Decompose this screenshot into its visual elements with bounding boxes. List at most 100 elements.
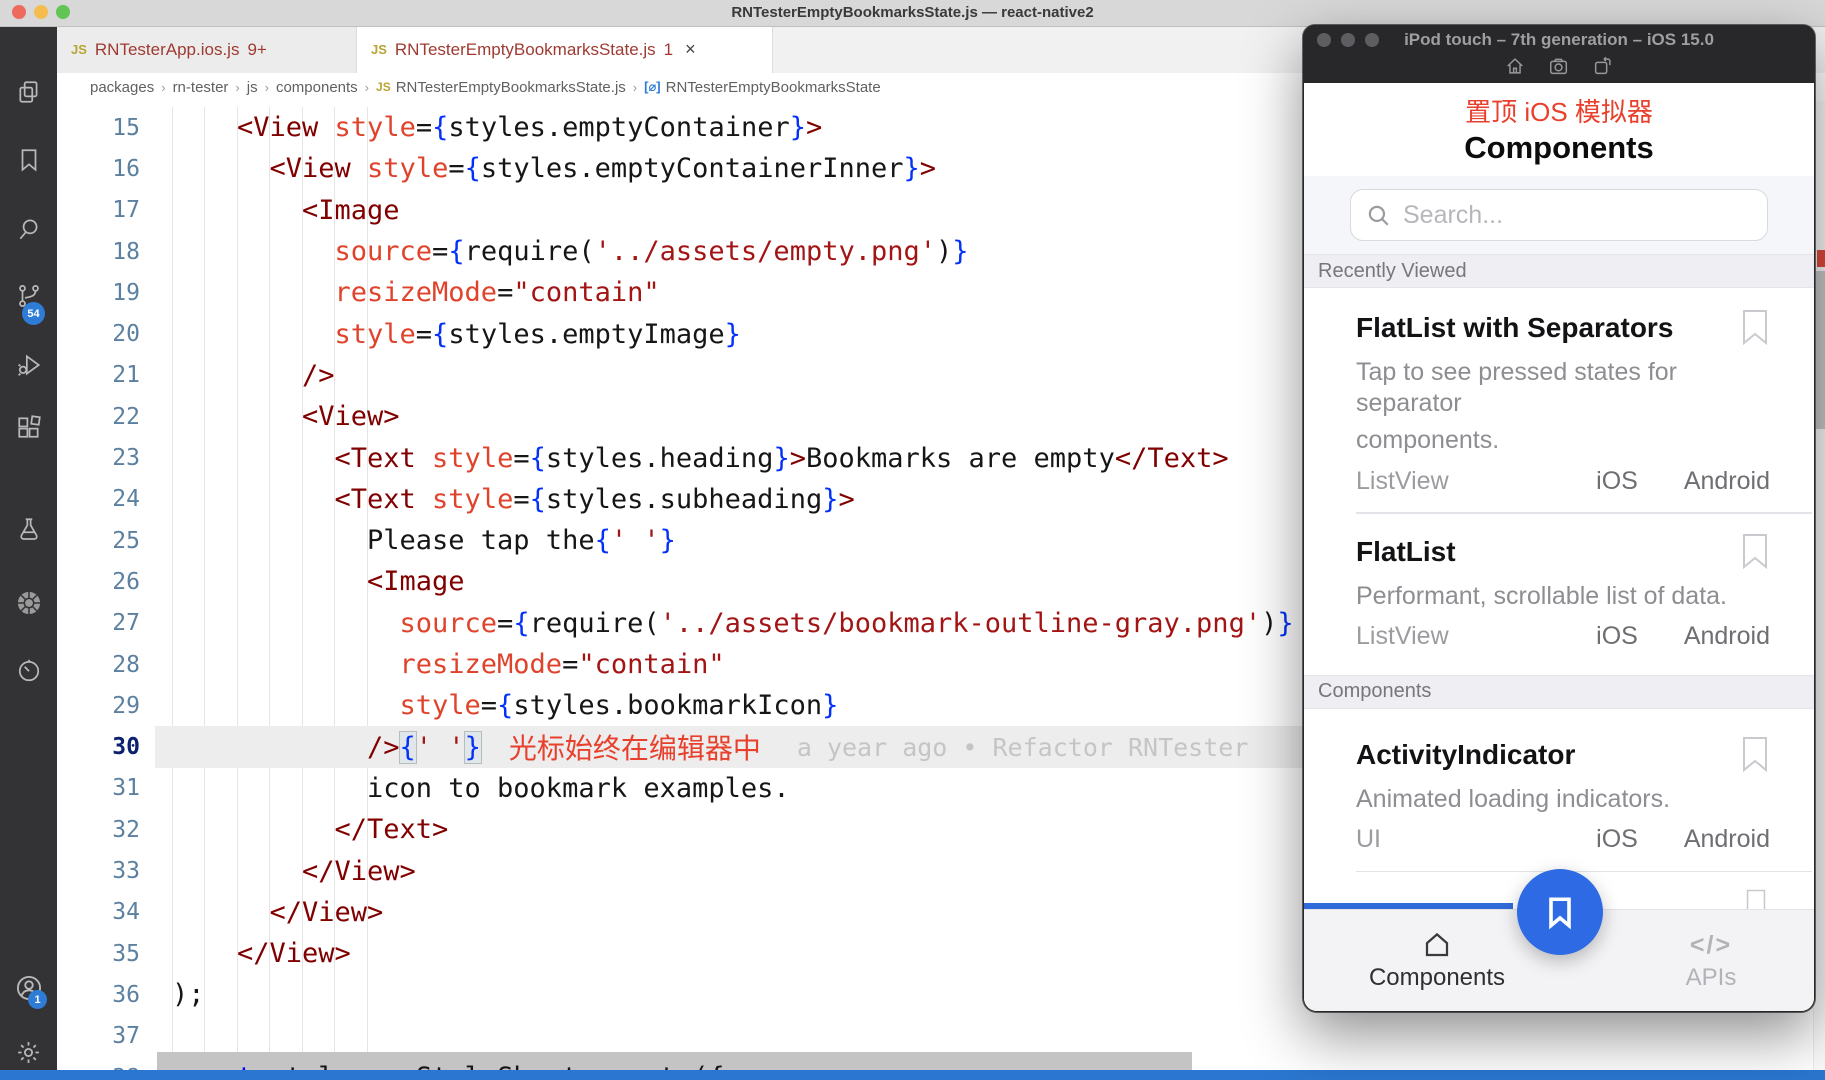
bookmark-outline-icon[interactable] <box>1740 532 1770 575</box>
code-token: /> <box>302 359 335 391</box>
source-control-icon[interactable]: 54 <box>0 272 57 325</box>
kubernetes-icon[interactable] <box>0 579 57 627</box>
chevron-right-icon[interactable]: › <box>365 80 369 95</box>
code-token: { <box>464 153 481 185</box>
simulator-titlebar[interactable]: iPod touch – 7th generation – iOS 15.0 <box>1303 25 1815 83</box>
code-token: style <box>399 690 481 722</box>
breadcrumb-item[interactable]: packages <box>90 79 154 96</box>
line-number: 19 <box>112 279 140 306</box>
component-category: ListView <box>1356 622 1449 650</box>
component-description: Tap to see pressed states for separator <box>1356 358 1678 417</box>
code-token: style <box>334 318 416 350</box>
code-line[interactable]: 37 <box>57 1016 1825 1057</box>
breadcrumb-file[interactable]: RNTesterEmptyBookmarksState.js <box>396 79 626 96</box>
ios-simulator-window[interactable]: iPod touch – 7th generation – iOS 15.0 置… <box>1303 25 1815 1012</box>
screenshot-icon[interactable] <box>1548 55 1570 82</box>
chevron-right-icon[interactable]: › <box>235 80 239 95</box>
platform-label: Android <box>1683 466 1770 495</box>
breadcrumb-item[interactable]: js <box>247 79 258 96</box>
code-token: = <box>497 277 514 309</box>
line-number: 30 <box>112 734 140 761</box>
code-token: source <box>399 607 498 639</box>
code-token: source <box>334 236 433 268</box>
code-token: ) <box>1261 607 1278 639</box>
code-token: <View <box>237 112 335 144</box>
bookmarks-fab-button[interactable] <box>1517 869 1603 955</box>
chevron-right-icon[interactable]: › <box>265 80 269 95</box>
run-debug-icon[interactable] <box>0 341 57 389</box>
tab-label: Components <box>1368 964 1506 991</box>
code-token: </Text> <box>334 814 449 846</box>
explorer-icon[interactable] <box>0 68 57 116</box>
chevron-right-icon[interactable]: › <box>633 80 637 95</box>
settings-gear-icon[interactable] <box>0 1028 57 1076</box>
bookmark-outline-icon[interactable] <box>1740 735 1770 778</box>
bookmark-outline-icon[interactable] <box>1741 889 1771 909</box>
line-number: 27 <box>112 610 140 637</box>
code-token: "contain" <box>513 277 660 309</box>
code-token: ) <box>936 236 953 268</box>
simulator-screen[interactable]: 置顶 iOS 模拟器 Components Search... Recently… <box>1304 83 1814 1011</box>
code-token: { <box>594 525 611 557</box>
component-category: ListView <box>1356 466 1449 495</box>
search-input[interactable]: Search... <box>1350 189 1768 241</box>
bookmark-icon <box>1549 897 1571 930</box>
testing-icon[interactable] <box>0 505 57 553</box>
code-token: } <box>822 690 839 722</box>
component-list-item[interactable]: FlatList with Separators Tap to see press… <box>1304 288 1814 498</box>
vertical-scrollbar[interactable] <box>1816 271 1825 429</box>
close-tab-icon[interactable]: × <box>685 39 696 60</box>
line-number: 35 <box>112 940 140 967</box>
breadcrumb-symbol[interactable]: RNTesterEmptyBookmarksState <box>666 79 881 96</box>
extensions-icon[interactable] <box>0 403 57 451</box>
home-icon[interactable] <box>1504 55 1526 82</box>
search-icon[interactable] <box>0 205 57 253</box>
code-token: = <box>513 483 530 515</box>
account-icon[interactable]: 1 <box>0 964 57 1012</box>
code-token: </Text> <box>1114 442 1229 474</box>
code-token: </View> <box>302 855 416 887</box>
line-number: 37 <box>112 1023 140 1050</box>
line-number: 16 <box>112 155 140 182</box>
platform-label: iOS <box>1596 622 1638 650</box>
component-description: components. <box>1356 426 1500 454</box>
screen: RNTesterEmptyBookmarksState.js — react-n… <box>0 0 1825 1080</box>
tab-rntesteremptybookmarksstate[interactable]: JS RNTesterEmptyBookmarksState.js 1 × <box>357 26 773 73</box>
js-file-icon: JS <box>371 42 387 57</box>
line-number: 17 <box>112 197 140 224</box>
tab-rntesterapp[interactable]: JS RNTesterApp.ios.js 9+ <box>57 26 357 73</box>
code-token: </View> <box>269 896 384 928</box>
platform-label: Android <box>1683 622 1770 650</box>
chevron-right-icon[interactable]: › <box>161 80 165 95</box>
code-token: } <box>1277 607 1294 639</box>
component-list-item[interactable]: FlatList Performant, scrollable list of d… <box>1304 514 1814 654</box>
line-number: 20 <box>112 321 140 348</box>
app-title: Components <box>1464 130 1654 165</box>
section-header: Recently Viewed <box>1304 254 1814 288</box>
code-token: = <box>448 153 465 185</box>
rotate-icon[interactable] <box>1592 55 1614 82</box>
js-file-icon[interactable]: JS <box>376 80 391 94</box>
component-list-item[interactable]: ActivityIndicator Animated loading indica… <box>1304 709 1814 857</box>
code-token: styles.emptyContainerInner <box>480 153 904 185</box>
code-token: > <box>789 442 806 474</box>
code-token: styles.emptyContainer <box>448 112 790 144</box>
code-token: { <box>497 690 514 722</box>
timeline-icon[interactable] <box>0 646 57 694</box>
line-number: 26 <box>112 568 140 595</box>
breadcrumb-item[interactable]: components <box>276 79 358 96</box>
tab-apis[interactable]: </> APIs <box>1611 910 1811 1011</box>
code-token: styles = StyleSheet.create({ <box>253 1062 725 1070</box>
platform-label: iOS <box>1596 466 1638 495</box>
code-line[interactable]: 38const styles = StyleSheet.create({ <box>57 1057 1825 1070</box>
component-title: FlatList <box>1356 535 1456 567</box>
code-token: style <box>432 442 514 474</box>
tab-components[interactable]: Components <box>1337 910 1537 1011</box>
bookmark-outline-icon[interactable] <box>1740 308 1770 351</box>
code-token: { <box>432 112 449 144</box>
code-icon: </> <box>1689 930 1733 959</box>
symbol-icon[interactable]: [⌀] <box>644 79 661 95</box>
tab-badge: 1 <box>663 39 674 59</box>
bookmark-icon[interactable] <box>0 136 57 184</box>
breadcrumb-item[interactable]: rn-tester <box>173 79 229 96</box>
